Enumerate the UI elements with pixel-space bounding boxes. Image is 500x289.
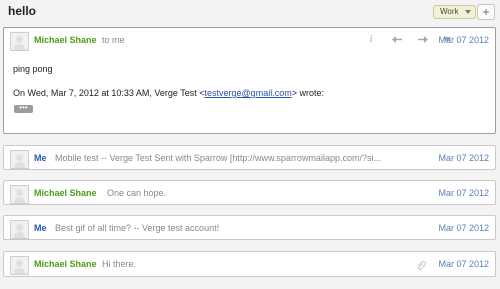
message-date: Mar 07 2012 (438, 35, 489, 45)
message-body: ping pong (13, 64, 53, 74)
label-name: Work (440, 7, 459, 16)
message-collapsed[interactable]: Michael Shane One can hope. Mar 07 2012 (3, 180, 496, 205)
message-sender[interactable]: Me (34, 153, 47, 163)
message-snippet: Mobile test -- Verge Test Sent with Spar… (55, 153, 381, 163)
avatar (10, 256, 29, 275)
message-recipient: to me (102, 35, 125, 45)
chevron-down-icon (464, 10, 471, 14)
quote-suffix: > wrote: (291, 88, 324, 98)
message-collapsed[interactable]: Me Best gif of all time? -- Verge test a… (3, 215, 496, 240)
forward-icon[interactable] (417, 34, 429, 45)
avatar (10, 150, 29, 169)
show-trimmed-content-button[interactable]: ••• (14, 104, 33, 113)
avatar (10, 220, 29, 239)
message-sender[interactable]: Michael Shane (34, 188, 97, 198)
attachment-icon (416, 258, 427, 270)
message-sender[interactable]: Michael Shane (34, 259, 97, 269)
avatar (10, 32, 29, 51)
message-snippet: One can hope. (107, 188, 167, 198)
message-expanded[interactable]: Michael Shane to me i Mar 07 2012 ping p… (3, 27, 496, 134)
reply-icon[interactable] (391, 34, 403, 45)
message-date: Mar 07 2012 (438, 188, 489, 198)
message-snippet: Hi there. (102, 259, 137, 269)
thread-subject: hello (8, 4, 37, 18)
add-label-button[interactable]: + (477, 4, 495, 20)
avatar (10, 185, 29, 204)
quoted-header: On Wed, Mar 7, 2012 at 10:33 AM, Verge T… (13, 88, 324, 98)
message-date: Mar 07 2012 (438, 153, 489, 163)
thread-header: hello Work + (0, 0, 500, 24)
message-date: Mar 07 2012 (438, 223, 489, 233)
info-icon[interactable]: i (365, 34, 377, 45)
label-dropdown[interactable]: Work (433, 5, 476, 19)
message-collapsed[interactable]: Me Mobile test -- Verge Test Sent with S… (3, 145, 496, 170)
message-snippet: Best gif of all time? -- Verge test acco… (55, 223, 220, 233)
message-sender[interactable]: Me (34, 223, 47, 233)
message-collapsed[interactable]: Michael Shane Hi there. Mar 07 2012 (3, 251, 496, 277)
quote-prefix: On Wed, Mar 7, 2012 at 10:33 AM, Verge T… (13, 88, 205, 98)
message-sender[interactable]: Michael Shane (34, 35, 97, 45)
message-date: Mar 07 2012 (438, 259, 489, 269)
quoted-email-link[interactable]: testverge@gmail.com (205, 88, 292, 98)
